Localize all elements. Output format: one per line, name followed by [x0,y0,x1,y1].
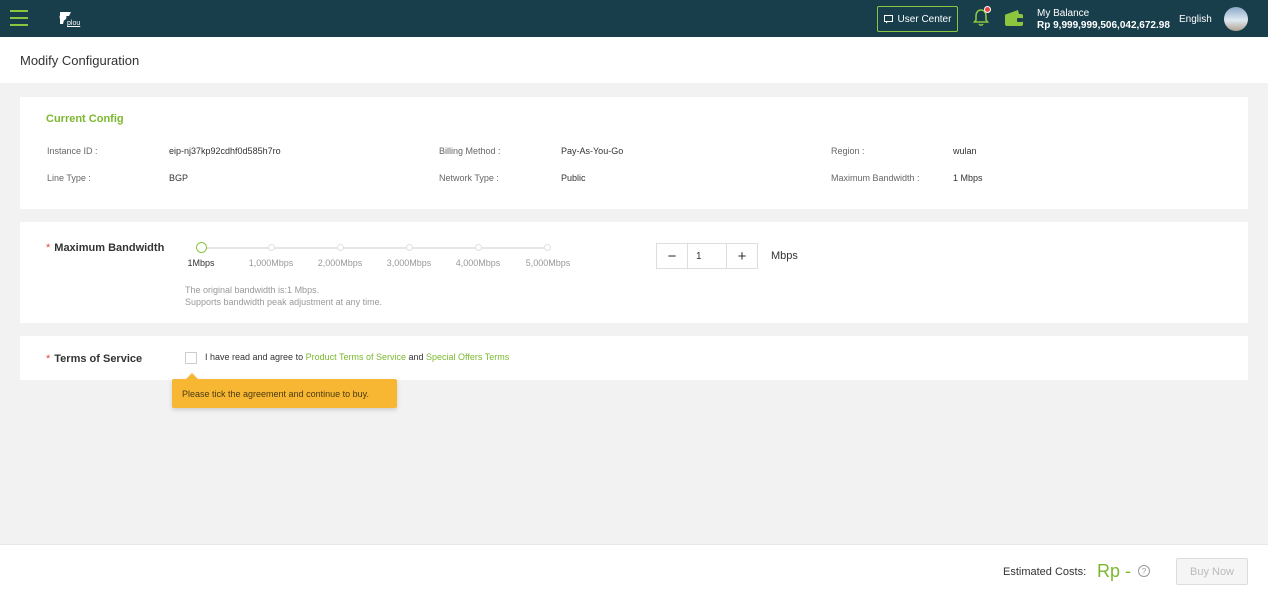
terms-card: * Terms of Service I have read and agree … [20,336,1248,380]
logo-text: plou [67,20,81,27]
slider-label[interactable]: 1Mbps [187,258,214,268]
slider-tick[interactable] [337,244,344,251]
terms-label-text: Terms of Service [54,353,143,365]
user-center-label: User Center [897,13,952,25]
estimated-costs-value: Rp - [1097,561,1132,581]
instance-id-value: eip-nj37kp92cdhf0d585h7ro [169,146,281,156]
bandwidth-card: * Maximum Bandwidth 1Mbps 1,000Mbps 2,000… [20,222,1248,323]
slider-tick[interactable] [268,244,275,251]
page-header: Modify Configuration [0,37,1268,83]
current-config-card: Current Config Instance ID : eip-nj37kp9… [20,97,1248,209]
wallet-icon[interactable] [1004,9,1024,27]
instance-id-label: Instance ID : [47,146,98,156]
current-config-title: Current Config [46,113,124,125]
user-center-button[interactable]: User Center [877,6,958,32]
slider-label[interactable]: 1,000Mbps [249,258,294,268]
bandwidth-peak-note: Supports bandwidth peak adjustment at an… [185,297,383,307]
slider-tick[interactable] [544,244,551,251]
increment-button[interactable]: + [727,244,757,268]
estimated-costs-label: Estimated Costs: [1003,566,1087,578]
notification-bell[interactable] [972,6,991,28]
special-offers-terms-link[interactable]: Special Offers Terms [426,352,509,362]
agreement-tooltip: Please tick the agreement and continue t… [172,373,397,408]
slider-label[interactable]: 2,000Mbps [318,258,363,268]
terms-text: I have read and agree to Product Terms o… [205,352,509,362]
top-bar: plou User Center My Balance Rp 9,999,999… [0,0,1268,37]
bandwidth-slider-handle[interactable] [196,242,207,253]
slider-label[interactable]: 4,000Mbps [456,258,501,268]
original-bandwidth-note: The original bandwidth is:1 Mbps. [185,285,320,295]
network-type-value: Public [561,173,586,183]
slider-tick[interactable] [475,244,482,251]
product-terms-link[interactable]: Product Terms of Service [306,352,406,362]
required-mark: * [46,242,51,254]
slider-label[interactable]: 3,000Mbps [387,258,432,268]
bandwidth-label-text: Maximum Bandwidth [54,242,165,254]
bandwidth-field-label: * Maximum Bandwidth [46,242,164,254]
page-title: Modify Configuration [20,53,140,68]
notification-badge [984,6,991,13]
terms-checkbox[interactable] [185,352,197,364]
max-bandwidth-value: 1 Mbps [953,173,983,183]
required-mark: * [46,353,51,365]
region-value: wulan [953,146,977,156]
line-type-value: BGP [169,173,189,183]
slider-tick[interactable] [406,244,413,251]
bandwidth-input[interactable]: 1 [687,244,727,268]
line-type-label: Line Type : [47,173,91,183]
network-type-label: Network Type : [439,173,499,183]
help-icon[interactable]: ? [1138,565,1150,577]
avatar[interactable] [1224,7,1248,31]
terms-and: and [408,352,424,362]
terms-prefix: I have read and agree to [205,352,304,362]
bandwidth-unit: Mbps [771,250,798,262]
region-label: Region : [831,146,865,156]
slider-label[interactable]: 5,000Mbps [526,258,571,268]
language-selector[interactable]: English [1179,14,1212,25]
decrement-button[interactable]: − [657,244,687,268]
balance-label: My Balance [1037,8,1090,19]
bandwidth-stepper: − 1 + [656,243,758,269]
footer-bar: Estimated Costs: Rp - ? Buy Now [0,544,1268,596]
buy-now-button[interactable]: Buy Now [1176,558,1248,585]
terms-field-label: * Terms of Service [46,353,142,365]
max-bandwidth-label: Maximum Bandwidth : [831,173,920,183]
balance-value: Rp 9,999,999,506,042,672.98 [1037,20,1170,31]
billing-method-value: Pay-As-You-Go [561,146,624,156]
chat-icon [883,14,893,23]
bandwidth-slider-track[interactable] [202,247,550,249]
billing-method-label: Billing Method : [439,146,501,156]
menu-icon[interactable] [10,10,28,26]
